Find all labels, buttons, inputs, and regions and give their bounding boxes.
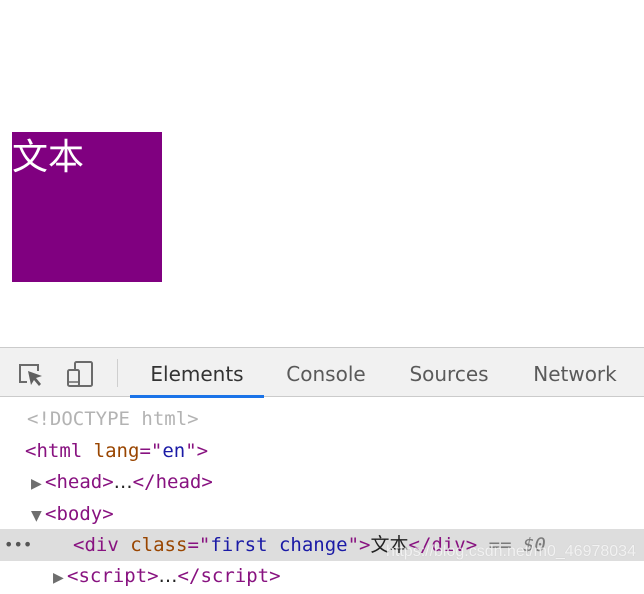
tag-name: script [78, 565, 148, 587]
node-text: 文本 [370, 534, 409, 556]
dom-node-html[interactable]: <html lang="en"> [0, 435, 644, 467]
attr-value: first change [210, 534, 348, 556]
dom-node-div-selected[interactable]: ••• <div class="first change">文本</div> =… [0, 529, 644, 561]
devtools-panel: Elements Console Sources Network <!DOCTY… [0, 347, 644, 587]
page-viewport: 文本 [0, 0, 644, 347]
tab-network[interactable]: Network [520, 348, 630, 397]
devtools-toolbar: Elements Console Sources Network [0, 347, 644, 398]
tag-name: head [56, 471, 103, 493]
dom-node-script[interactable]: ▶ <script>…</script> [0, 560, 644, 592]
tag-name: body [56, 503, 103, 525]
dom-tree: <!DOCTYPE html> <html lang="en"> ▶ <head>… [0, 398, 644, 587]
tab-console[interactable]: Console [272, 348, 380, 397]
attr-name: lang [93, 440, 140, 462]
expand-triangle-icon[interactable]: ▶ [53, 562, 67, 594]
tag-name: div [84, 534, 119, 556]
dom-node-body[interactable]: ▼ <body> [0, 498, 644, 530]
console-reference: == $0 [488, 534, 546, 556]
expand-triangle-icon[interactable]: ▶ [31, 468, 45, 500]
first-change-div[interactable]: 文本 [12, 132, 162, 282]
dom-node-head[interactable]: ▶ <head>…</head> [0, 466, 644, 498]
tab-sources[interactable]: Sources [396, 348, 502, 397]
inspect-element-icon[interactable] [17, 360, 45, 388]
toolbar-separator [117, 359, 118, 387]
collapse-triangle-icon[interactable]: ▼ [31, 500, 45, 532]
tag-name: html [36, 440, 83, 462]
attr-value: en [162, 440, 186, 462]
attr-name: class [130, 534, 188, 556]
dom-node-doctype[interactable]: <!DOCTYPE html> [0, 403, 644, 435]
doctype-text: <!DOCTYPE html> [27, 408, 199, 430]
tab-elements[interactable]: Elements [130, 348, 264, 398]
more-actions-icon[interactable]: ••• [4, 529, 32, 561]
device-toolbar-icon[interactable] [66, 360, 94, 388]
collapsed-ellipsis[interactable]: … [114, 471, 133, 493]
